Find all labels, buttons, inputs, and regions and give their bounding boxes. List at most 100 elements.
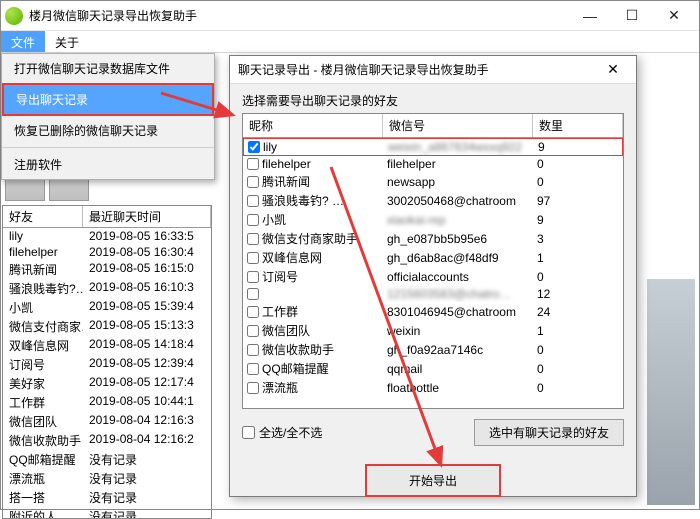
friend-name: filehelper — [3, 244, 83, 260]
friend-time: 没有记录 — [83, 469, 211, 488]
menu-export-chat[interactable]: 导出聊天记录 — [2, 83, 214, 116]
table-row[interactable]: QQ邮箱提醒qqmail0 — [243, 359, 623, 378]
table-row[interactable]: 双峰信息网gh_d6ab8ac@f48df91 — [243, 248, 623, 267]
row-checkbox[interactable] — [247, 288, 259, 300]
table-row[interactable]: 骚浪贱毒钓?…2019-08-05 16:10:3 — [3, 279, 211, 298]
table-row[interactable]: 漂流瓶floatbottle0 — [243, 378, 623, 397]
row-checkbox[interactable] — [247, 252, 259, 264]
dialog-body: 选择需要导出聊天记录的好友 昵称 微信号 数里 lilyweixin_a8676… — [230, 84, 636, 505]
row-count: 3 — [533, 231, 623, 247]
export-table: 昵称 微信号 数里 lilyweixin_a867634wxxq9229file… — [242, 113, 624, 409]
row-nick: QQ邮箱提醒 — [262, 360, 329, 377]
row-wechatid: weixin_a867634wxxq922 — [384, 139, 534, 155]
table-row[interactable]: lilyweixin_a867634wxxq9229 — [243, 138, 623, 156]
friend-time: 2019-08-05 12:39:4 — [83, 355, 211, 374]
row-wechatid: qqmail — [383, 361, 533, 377]
row-nick: 腾讯新闻 — [262, 173, 310, 190]
table-row[interactable]: 微信支付商家…2019-08-05 15:13:3 — [3, 317, 211, 336]
table-row[interactable]: 微信支付商家助手gh_e087bb5b95e63 — [243, 229, 623, 248]
row-checkbox[interactable] — [247, 363, 259, 375]
table-row[interactable]: 订阅号officialaccounts0 — [243, 267, 623, 286]
close-button[interactable]: ✕ — [653, 2, 695, 30]
row-wechatid: gh_d6ab8ac@f48df9 — [383, 250, 533, 266]
table-row[interactable]: 工作群8301046945@chatroom24 — [243, 302, 623, 321]
row-wechatid: newsapp — [383, 174, 533, 190]
friend-time: 2019-08-05 16:10:3 — [83, 279, 211, 298]
row-count: 24 — [533, 304, 623, 320]
table-row[interactable]: 骚浪贱毒钓? …3002050468@chatroom97 — [243, 191, 623, 210]
row-nick: 订阅号 — [262, 268, 298, 285]
export-rows[interactable]: lilyweixin_a867634wxxq9229filehelperfile… — [243, 138, 623, 408]
dialog-close-button[interactable]: ✕ — [598, 61, 628, 78]
table-row[interactable]: 微信收款助手gh_f0a92aa7146c0 — [243, 340, 623, 359]
table-row[interactable]: 腾讯新闻newsapp0 — [243, 172, 623, 191]
col-friend[interactable]: 好友 — [3, 206, 83, 227]
friend-time: 没有记录 — [83, 507, 211, 518]
menu-register[interactable]: 注册软件 — [2, 150, 214, 179]
table-row[interactable]: lily2019-08-05 16:33:5 — [3, 228, 211, 244]
friend-time: 2019-08-04 12:16:2 — [83, 431, 211, 450]
app-icon — [5, 7, 23, 25]
row-nick: 双峰信息网 — [262, 249, 322, 266]
minimize-button[interactable]: — — [569, 2, 611, 30]
start-export-button[interactable]: 开始导出 — [365, 464, 501, 497]
col-count[interactable]: 数里 — [533, 114, 623, 137]
menu-about[interactable]: 关于 — [45, 31, 89, 52]
row-checkbox[interactable] — [247, 158, 259, 170]
friend-time: 2019-08-05 16:33:5 — [83, 228, 211, 244]
row-nick: 骚浪贱毒钓? … — [262, 192, 344, 209]
menu-open-db[interactable]: 打开微信聊天记录数据库文件 — [2, 54, 214, 83]
friend-time: 2019-08-04 12:16:3 — [83, 412, 211, 431]
friend-time: 2019-08-05 14:18:4 — [83, 336, 211, 355]
dialog-titlebar: 聊天记录导出 - 楼月微信聊天记录导出恢复助手 ✕ — [230, 56, 636, 84]
select-all-input[interactable] — [242, 426, 255, 439]
table-row[interactable]: filehelper2019-08-05 16:30:4 — [3, 244, 211, 260]
menu-file[interactable]: 文件 — [1, 31, 45, 52]
col-wechatid[interactable]: 微信号 — [383, 114, 533, 137]
table-row[interactable]: 订阅号2019-08-05 12:39:4 — [3, 355, 211, 374]
col-lasttime[interactable]: 最近聊天时间 — [83, 206, 211, 227]
friend-name: 微信支付商家… — [3, 317, 83, 336]
friend-time: 2019-08-05 16:30:4 — [83, 244, 211, 260]
row-nick: 微信收款助手 — [262, 341, 334, 358]
table-row[interactable]: 腾讯新闻2019-08-05 16:15:0 — [3, 260, 211, 279]
row-count: 9 — [534, 139, 622, 155]
row-checkbox[interactable] — [247, 176, 259, 188]
table-row[interactable]: 微信团队weixin1 — [243, 321, 623, 340]
row-checkbox[interactable] — [247, 306, 259, 318]
row-checkbox[interactable] — [247, 195, 259, 207]
row-checkbox[interactable] — [247, 325, 259, 337]
table-row[interactable]: 工作群2019-08-05 10:44:1 — [3, 393, 211, 412]
row-checkbox[interactable] — [247, 233, 259, 245]
table-row[interactable]: 1215603583@chatro…12 — [243, 286, 623, 302]
file-menu-dropdown: 打开微信聊天记录数据库文件 导出聊天记录 恢复已删除的微信聊天记录 注册软件 — [1, 53, 215, 180]
table-row[interactable]: 附近的人没有记录 — [3, 507, 211, 518]
table-row[interactable]: 小凯xiaokai-rep9 — [243, 210, 623, 229]
table-row[interactable]: 双峰信息网2019-08-05 14:18:4 — [3, 336, 211, 355]
window-controls: — ☐ ✕ — [569, 2, 695, 30]
row-checkbox[interactable] — [247, 271, 259, 283]
row-checkbox[interactable] — [247, 214, 259, 226]
select-has-records-button[interactable]: 选中有聊天记录的好友 — [474, 419, 624, 446]
table-row[interactable]: 微信团队2019-08-04 12:16:3 — [3, 412, 211, 431]
col-nickname[interactable]: 昵称 — [243, 114, 383, 137]
table-row[interactable]: 搭一搭没有记录 — [3, 488, 211, 507]
row-checkbox[interactable] — [247, 344, 259, 356]
table-row[interactable]: 美好家2019-08-05 12:17:4 — [3, 374, 211, 393]
select-all-checkbox[interactable]: 全选/全不选 — [242, 424, 322, 441]
row-nick: 漂流瓶 — [262, 379, 298, 396]
friend-name: 附近的人 — [3, 507, 83, 518]
row-checkbox[interactable] — [248, 141, 260, 153]
table-row[interactable]: 小凯2019-08-05 15:39:4 — [3, 298, 211, 317]
row-checkbox[interactable] — [247, 382, 259, 394]
row-wechatid: floatbottle — [383, 380, 533, 396]
select-all-label: 全选/全不选 — [259, 424, 322, 441]
table-row[interactable]: 微信收款助手2019-08-04 12:16:2 — [3, 431, 211, 450]
menubar: 文件 关于 — [1, 31, 699, 53]
menu-recover-deleted[interactable]: 恢复已删除的微信聊天记录 — [2, 116, 214, 145]
table-row[interactable]: filehelperfilehelper0 — [243, 156, 623, 172]
table-row[interactable]: 漂流瓶没有记录 — [3, 469, 211, 488]
maximize-button[interactable]: ☐ — [611, 2, 653, 30]
table-row[interactable]: QQ邮箱提醒没有记录 — [3, 450, 211, 469]
row-nick: filehelper — [262, 157, 311, 171]
